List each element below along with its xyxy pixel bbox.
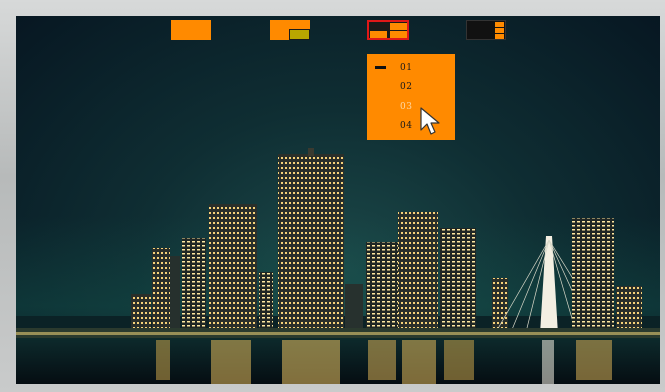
window-frame: 01 02 03 04 — [0, 0, 665, 392]
quad-pane-icon — [390, 23, 407, 30]
side-stack-cell — [495, 34, 504, 39]
background-photo-night-city: 01 02 03 04 — [16, 16, 660, 384]
dropdown-option-label: 01 — [400, 62, 413, 73]
side-stack-icon — [495, 22, 504, 27]
dropdown-option-02[interactable]: 02 — [367, 77, 455, 96]
selected-dash-icon — [375, 66, 386, 69]
inset-pane-icon — [289, 29, 310, 40]
layout-quad-tile[interactable] — [367, 20, 409, 40]
dropdown-option-label: 04 — [400, 120, 413, 131]
layout-single-tile[interactable] — [171, 20, 211, 40]
dropdown-option-label: 03 — [400, 101, 413, 112]
quad-pane-cell — [390, 31, 407, 38]
quad-pane-cell — [370, 31, 387, 38]
dropdown-option-01[interactable]: 01 — [367, 58, 455, 77]
layout-side-stack-tile[interactable] — [466, 20, 506, 40]
side-stack-cell — [495, 28, 504, 33]
layout-split-inset-tile[interactable] — [270, 20, 310, 40]
dropdown-option-label: 02 — [400, 81, 413, 92]
city-skyline-illustration — [16, 148, 660, 384]
mouse-pointer-icon — [420, 107, 440, 135]
